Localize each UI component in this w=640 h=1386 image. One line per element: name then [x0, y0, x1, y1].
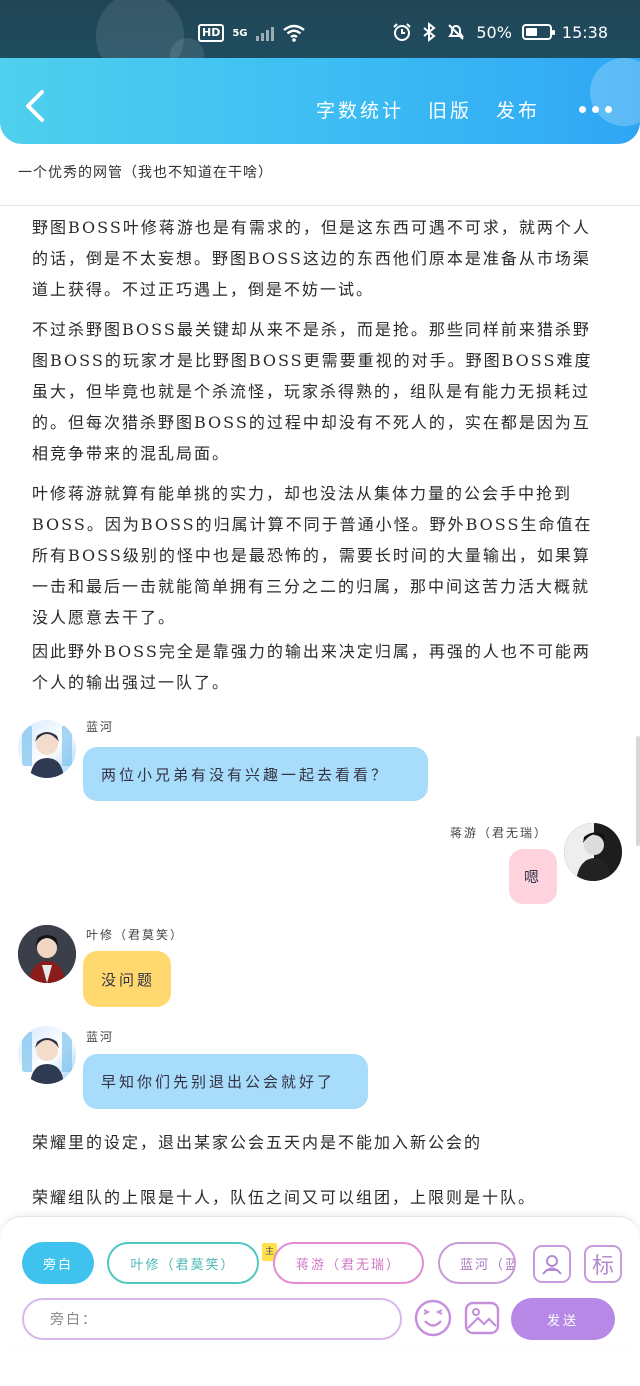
- battery-icon: [521, 24, 555, 40]
- character-portrait-icon: [18, 925, 76, 983]
- paragraph: 不过杀野图BOSS最关键却从来不是杀，而是抢。那些同样前来猎杀野图BOSS的玩家…: [32, 320, 593, 463]
- scrollbar[interactable]: [636, 736, 640, 846]
- network-status: HD 5G: [198, 24, 306, 42]
- speaker-name: 叶修（君莫笑）: [86, 928, 185, 942]
- speaker-name: 蒋游（君无瑞）: [450, 826, 549, 840]
- decor-bubble: [590, 58, 640, 126]
- compose-input[interactable]: 旁白：: [22, 1298, 402, 1340]
- character-portrait-icon: [22, 726, 72, 778]
- narration-line: 荣耀组队的上限是十人，队伍之间又可以组团，上限则是十队。: [32, 1188, 537, 1207]
- avatar[interactable]: [18, 1026, 76, 1084]
- avatar[interactable]: [564, 823, 622, 881]
- clock: 15:38: [561, 22, 608, 42]
- character-portrait-icon: [564, 823, 622, 881]
- old-version-link[interactable]: 旧版: [428, 96, 472, 123]
- chat-bubble[interactable]: 早知你们先别退出公会就好了: [83, 1054, 368, 1109]
- character-portrait-icon: [22, 1032, 72, 1084]
- more-dots-icon[interactable]: [579, 106, 612, 113]
- mute-bell-icon: [448, 24, 465, 40]
- chapter-subtitle: 一个优秀的网管（我也不知道在干啥）: [18, 165, 273, 181]
- role-chip-lan-he[interactable]: 蓝河（蓝: [438, 1242, 516, 1284]
- role-chip-narrator[interactable]: 旁白: [22, 1242, 94, 1284]
- battery-percent: 50%: [476, 22, 512, 42]
- editor-content[interactable]: 野图BOSS叶修蒋游也是有需求的，但是这东西可遇不可求，就两个人的话，倒是不太妄…: [0, 206, 640, 1216]
- chevron-left-icon: [26, 90, 44, 122]
- back-button[interactable]: [18, 86, 54, 126]
- paragraph: 野图BOSS叶修蒋游也是有需求的，但是这东西可遇不可求，就两个人的话，倒是不太妄…: [32, 218, 591, 299]
- avatar[interactable]: [18, 720, 76, 778]
- role-chip-ye-xiu[interactable]: 叶修（君莫笑）: [107, 1242, 259, 1284]
- character-card-icon[interactable]: [533, 1245, 571, 1283]
- send-button[interactable]: 发送: [511, 1298, 615, 1340]
- wifi-icon: [282, 24, 305, 42]
- alarm-icon: [393, 23, 412, 41]
- hd-badge: HD: [198, 24, 225, 42]
- narration-line: 荣耀里的设定，退出某家公会五天内是不能加入新公会的: [32, 1133, 483, 1152]
- signal-icon: [255, 25, 274, 41]
- app-header: 字数统计 旧版 发布: [0, 58, 640, 144]
- bluetooth-icon: [423, 22, 436, 42]
- image-icon[interactable]: [462, 1298, 502, 1338]
- network-type: 5G: [232, 27, 248, 39]
- speaker-name: 蓝河: [86, 1030, 115, 1044]
- publish-link[interactable]: 发布: [496, 96, 540, 123]
- avatar[interactable]: [18, 925, 76, 983]
- chat-bubble[interactable]: 嗯: [509, 849, 557, 904]
- paragraph: 叶修蒋游就算有能单挑的实力，却也没法从集体力量的公会手中抢到BOSS。因为BOS…: [32, 484, 593, 627]
- header-actions: 字数统计 旧版 发布: [316, 96, 540, 123]
- role-chip-jiang-you[interactable]: 蒋游（君无瑞）: [273, 1242, 424, 1284]
- chat-bubble[interactable]: 没问题: [83, 951, 171, 1007]
- system-status: 50% 15:38: [392, 22, 608, 42]
- mark-button[interactable]: 标: [584, 1245, 622, 1283]
- word-count-link[interactable]: 字数统计: [316, 96, 404, 123]
- chat-bubble[interactable]: 两位小兄弟有没有兴趣一起去看看？: [83, 747, 428, 801]
- paragraph: 因此野外BOSS完全是靠强力的输出来决定归属，再强的人也不可能两个人的输出强过一…: [32, 642, 591, 692]
- emoji-icon[interactable]: [413, 1298, 453, 1338]
- speaker-name: 蓝河: [86, 720, 115, 734]
